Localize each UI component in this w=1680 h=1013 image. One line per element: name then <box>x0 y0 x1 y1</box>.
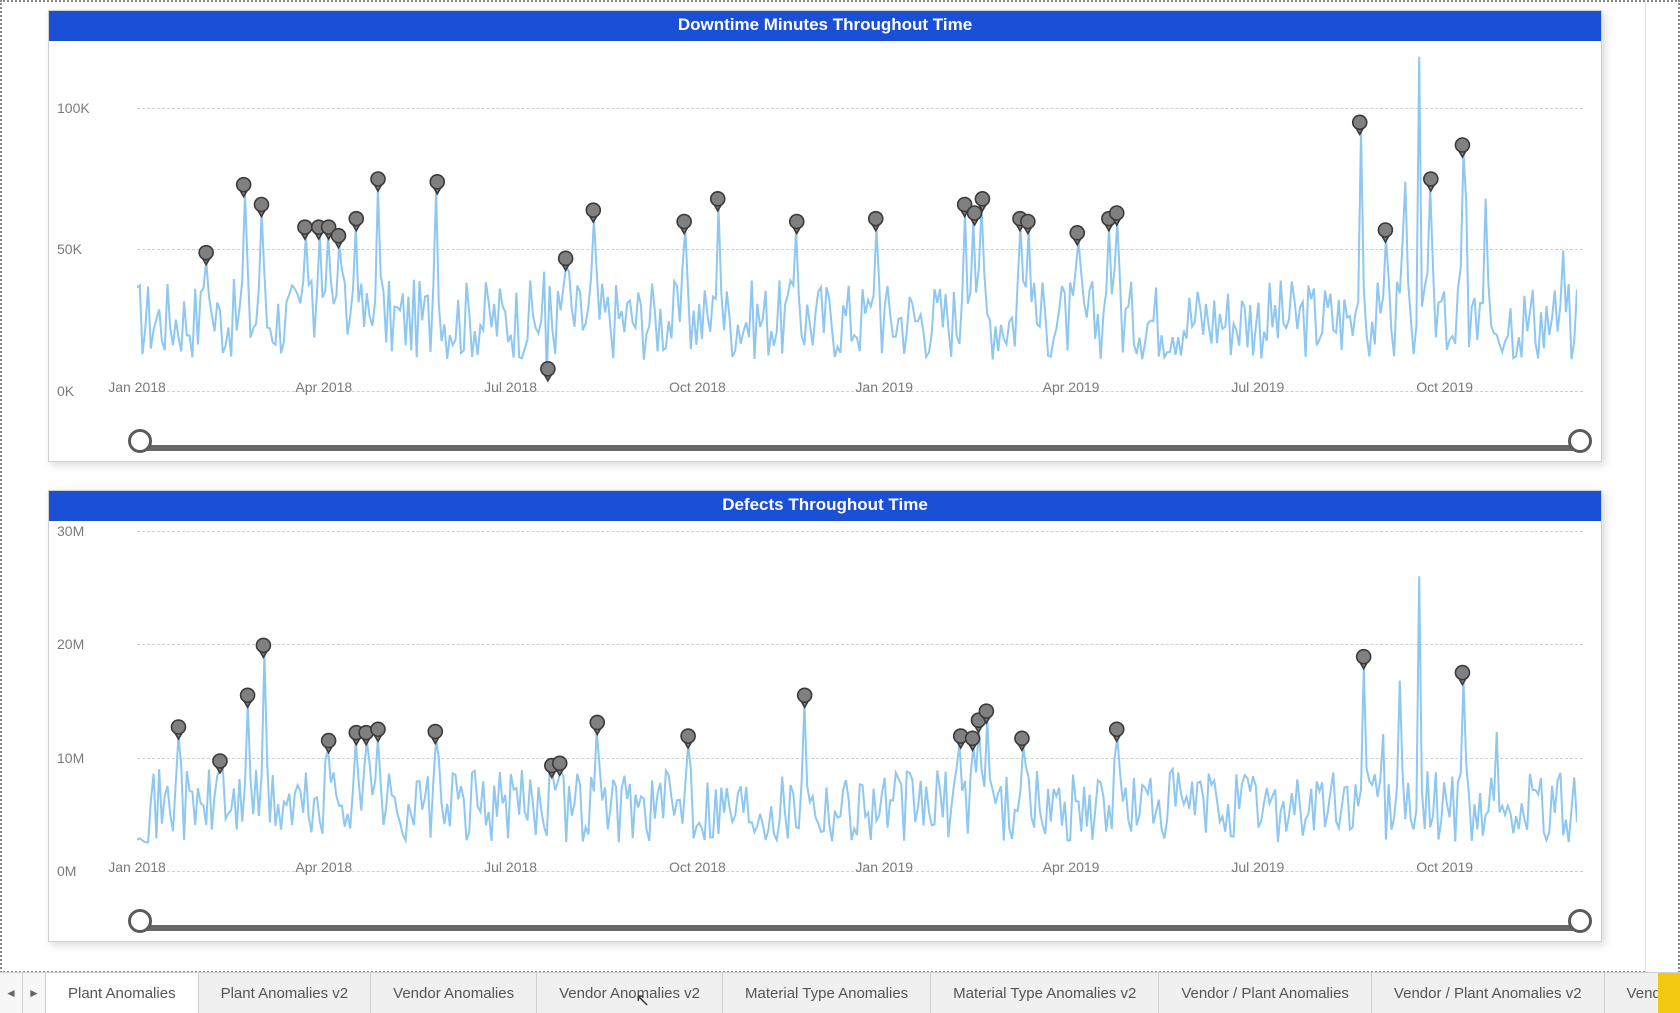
page-tab[interactable]: Material Type Anomalies v2 <box>931 973 1159 1013</box>
y-tick-label: 0K <box>57 383 74 399</box>
time-slider-handle-end[interactable] <box>1568 429 1592 453</box>
anomaly-marker[interactable] <box>1353 115 1367 134</box>
report-canvas[interactable]: Downtime Minutes Throughout Time 0K 50K 10… <box>0 0 1680 973</box>
anomaly-marker[interactable] <box>199 246 213 265</box>
anomaly-marker[interactable] <box>171 720 185 739</box>
chart-title: Defects Throughout Time <box>49 491 1601 521</box>
anomaly-marker[interactable] <box>790 215 804 234</box>
anomaly-marker[interactable] <box>1070 226 1084 245</box>
anomaly-marker[interactable] <box>798 688 812 707</box>
anomaly-marker[interactable] <box>586 203 600 222</box>
anomaly-marker[interactable] <box>1455 666 1469 685</box>
page-tab[interactable]: Material Type Anomalies <box>723 973 931 1013</box>
time-slider-track[interactable] <box>137 925 1583 931</box>
side-panel-toggle[interactable] <box>1658 973 1680 1013</box>
anomaly-marker[interactable] <box>1015 731 1029 750</box>
page-tab[interactable]: Plant Anomalies v2 <box>199 973 372 1013</box>
anomaly-marker[interactable] <box>559 251 573 270</box>
y-tick-label: 20M <box>57 636 84 652</box>
anomaly-marker[interactable] <box>241 688 255 707</box>
anomaly-marker[interactable] <box>590 715 604 734</box>
chart-plot-area[interactable]: 0M10M20M30MJan 2018Apr 2018Jul 2018Oct 2… <box>49 521 1601 901</box>
anomaly-marker[interactable] <box>869 212 883 231</box>
anomaly-marker[interactable] <box>256 638 270 657</box>
page-tab-bar: ◄ ► Plant AnomaliesPlant Anomalies v2Ven… <box>0 972 1680 1013</box>
anomaly-marker[interactable] <box>331 229 345 248</box>
anomaly-marker[interactable] <box>711 192 725 211</box>
panes-strip <box>1645 2 1678 975</box>
visual-defects[interactable]: Defects Throughout Time 0M10M20M30MJan 2… <box>48 490 1602 942</box>
tab-nav-prev[interactable]: ◄ <box>0 973 23 1013</box>
page-tab[interactable]: Vendor Anomalies v2 <box>537 973 723 1013</box>
anomaly-marker[interactable] <box>349 212 363 231</box>
anomaly-marker[interactable] <box>430 175 444 194</box>
anomaly-marker[interactable] <box>371 172 385 191</box>
anomaly-marker[interactable] <box>677 215 691 234</box>
tab-nav-next[interactable]: ► <box>23 973 46 1013</box>
anomaly-marker[interactable] <box>322 734 336 753</box>
anomaly-marker[interactable] <box>1378 223 1392 242</box>
anomaly-marker[interactable] <box>237 178 251 197</box>
time-slider-track[interactable] <box>137 445 1583 451</box>
anomaly-marker[interactable] <box>428 725 442 744</box>
anomaly-marker[interactable] <box>213 754 227 773</box>
page-tab[interactable]: Vendor / Plant Anomalies <box>1159 973 1372 1013</box>
anomaly-marker[interactable] <box>1455 138 1469 157</box>
anomaly-marker[interactable] <box>1424 172 1438 191</box>
y-tick-label: 0M <box>57 863 76 879</box>
anomaly-marker[interactable] <box>541 362 555 381</box>
page-tab[interactable]: Vendor Anomalies <box>371 973 537 1013</box>
anomaly-marker[interactable] <box>681 729 695 748</box>
tab-scroll: Plant AnomaliesPlant Anomalies v2Vendor … <box>46 973 1658 1013</box>
series-line <box>137 576 1577 842</box>
chart-title: Downtime Minutes Throughout Time <box>49 11 1601 41</box>
visual-downtime[interactable]: Downtime Minutes Throughout Time 0K 50K 10… <box>48 10 1602 462</box>
y-tick-label: 10M <box>57 750 84 766</box>
y-tick-label: 100K <box>57 100 90 116</box>
anomaly-marker[interactable] <box>1110 722 1124 741</box>
y-tick-label: 30M <box>57 523 84 539</box>
y-tick-label: 50K <box>57 241 82 257</box>
page-tab[interactable]: Vendor / Plant Anomalies v2 <box>1372 973 1605 1013</box>
anomaly-marker[interactable] <box>298 220 312 239</box>
anomaly-marker[interactable] <box>968 206 982 225</box>
time-slider-handle-end[interactable] <box>1568 909 1592 933</box>
anomaly-marker[interactable] <box>371 722 385 741</box>
time-slider-handle-start[interactable] <box>128 429 152 453</box>
anomaly-marker[interactable] <box>1357 650 1371 669</box>
time-slider-handle-start[interactable] <box>128 909 152 933</box>
page-tab[interactable]: Plant Anomalies <box>46 973 199 1013</box>
anomaly-marker[interactable] <box>1021 215 1035 234</box>
chart-plot-area[interactable]: 0K50K100KJan 2018Apr 2018Jul 2018Oct 201… <box>49 41 1601 421</box>
page-tab[interactable]: Vendor / Plant Ano <box>1605 973 1658 1013</box>
anomaly-marker[interactable] <box>254 198 268 217</box>
